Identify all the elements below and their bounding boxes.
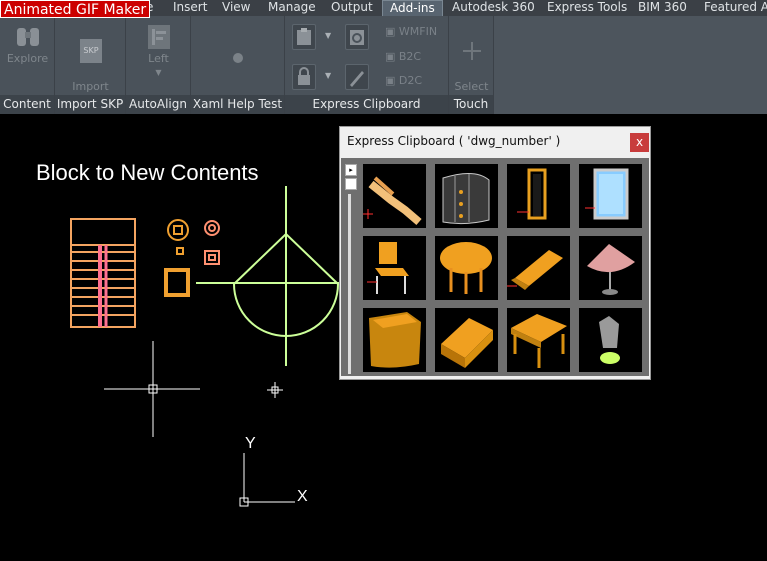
clipboard-refresh-icon bbox=[350, 30, 364, 45]
panel-xaml-help-test: Xaml Help Test bbox=[191, 16, 285, 114]
tab-output[interactable]: Output bbox=[331, 0, 373, 16]
scroll-track[interactable] bbox=[348, 194, 351, 374]
ucs-axis-icon bbox=[239, 453, 295, 507]
drawing-title-text: Block to New Contents bbox=[36, 160, 259, 185]
brush-icon bbox=[350, 71, 364, 87]
bookcase-block bbox=[70, 218, 136, 328]
green-symbol-block bbox=[196, 186, 340, 366]
lock-icon bbox=[298, 67, 310, 85]
table-lamp-icon bbox=[587, 244, 635, 295]
skp-file-icon: SKP bbox=[79, 39, 102, 63]
thumbnail-table-lamp[interactable] bbox=[579, 236, 642, 300]
thumbnail-armchair[interactable] bbox=[435, 308, 498, 372]
lock-block-button[interactable] bbox=[292, 64, 316, 90]
tab-insert[interactable]: Insert bbox=[173, 0, 207, 16]
panel-import-skp: SKP Import SKP File Import SKP bbox=[55, 16, 126, 114]
round-table-icon bbox=[440, 242, 492, 294]
thumbnail-window[interactable] bbox=[579, 164, 642, 228]
edit-block-button[interactable] bbox=[345, 64, 369, 90]
touch-select-icon bbox=[462, 42, 481, 60]
thumbnail-stairs[interactable] bbox=[363, 164, 426, 228]
panel-title-import-skp: Import SKP bbox=[55, 95, 125, 114]
paste-block-button[interactable] bbox=[345, 24, 369, 50]
binoculars-icon bbox=[16, 28, 39, 46]
door-icon bbox=[517, 168, 547, 220]
ribbon-empty-area bbox=[494, 16, 767, 114]
skp-icon-text: SKP bbox=[83, 46, 98, 55]
align-left-label: Left bbox=[148, 52, 169, 65]
clipboard-lock-icon bbox=[297, 28, 311, 45]
panel-content: Explore Content bbox=[0, 16, 55, 114]
thumbnail-plant[interactable] bbox=[579, 308, 642, 372]
palette-scrollbar[interactable]: ▸ bbox=[343, 164, 357, 374]
sofa-icon bbox=[507, 250, 563, 290]
wmfin-label: WMFIN bbox=[398, 25, 438, 38]
thumbnail-tub-chair[interactable] bbox=[363, 308, 426, 372]
ucs-y-label: Y bbox=[245, 435, 256, 452]
panel-title-autoalign: AutoAlign bbox=[126, 95, 190, 114]
panel-touch: Select Mode Touch bbox=[449, 16, 494, 114]
thumbnail-sofa[interactable] bbox=[507, 236, 570, 300]
tab-featured-apps[interactable]: Featured Ap bbox=[704, 0, 767, 16]
tab-manage[interactable]: Manage bbox=[268, 0, 316, 16]
tab-express-tools[interactable]: Express Tools bbox=[547, 0, 627, 16]
move-grip-icon bbox=[267, 382, 283, 398]
b2c-label: B2C bbox=[398, 50, 422, 63]
thumbnail-chair[interactable] bbox=[363, 236, 426, 300]
stairs-icon bbox=[363, 176, 422, 226]
explore-button[interactable]: Explore bbox=[2, 22, 53, 66]
chevron-down-icon: ▼ bbox=[155, 68, 162, 77]
coffee-table-icon bbox=[511, 314, 567, 368]
thumbnail-curved-wall[interactable] bbox=[435, 164, 498, 228]
tab-view[interactable]: View bbox=[222, 0, 250, 16]
thumbnail-round-table[interactable] bbox=[435, 236, 498, 300]
panel-title-express-clipboard: Express Clipboard bbox=[285, 95, 448, 114]
d2c-label: D2C bbox=[398, 74, 423, 87]
align-left-button[interactable]: Left ▼ bbox=[128, 22, 189, 80]
plant-icon bbox=[599, 316, 620, 364]
chevron-down-icon[interactable]: ▼ bbox=[325, 31, 331, 40]
curved-wall-icon bbox=[442, 173, 490, 225]
align-left-icon bbox=[147, 25, 170, 49]
copy-block-button[interactable] bbox=[292, 24, 316, 50]
ucs-x-label: X bbox=[297, 488, 308, 505]
animated-gif-maker-badge: Animated GIF Maker bbox=[0, 0, 151, 18]
b2c-button[interactable]: ▣ B2C bbox=[385, 50, 421, 63]
panel-title-xaml-help-test: Xaml Help Test bbox=[191, 95, 284, 114]
armchair-icon bbox=[441, 318, 493, 368]
panel-express-clipboard: ▼ ▼ ▣ WMFIN ▣ B2C ▣ D2C Express Clipboar… bbox=[285, 16, 449, 114]
tab-autodesk-360[interactable]: Autodesk 360 bbox=[452, 0, 535, 16]
thumbnail-coffee-table[interactable] bbox=[507, 308, 570, 372]
explore-label: Explore bbox=[6, 52, 49, 65]
tab-bim-360[interactable]: BIM 360 bbox=[638, 0, 687, 16]
d2c-button[interactable]: ▣ D2C bbox=[385, 74, 422, 87]
tub-chair-icon bbox=[369, 312, 421, 368]
chevron-down-icon[interactable]: ▼ bbox=[325, 71, 331, 80]
close-button[interactable]: x bbox=[630, 133, 649, 152]
wmfin-button[interactable]: ▣ WMFIN bbox=[385, 25, 437, 38]
xaml-help-button[interactable] bbox=[233, 53, 243, 63]
chair-icon bbox=[367, 242, 409, 294]
tab-add-ins[interactable]: Add-ins bbox=[382, 0, 443, 16]
panel-title-content: Content bbox=[0, 95, 54, 114]
window-icon bbox=[585, 168, 629, 220]
thumbnail-door[interactable] bbox=[507, 164, 570, 228]
scroll-up-arrow-icon[interactable]: ▸ bbox=[345, 164, 357, 176]
palette-title: Express Clipboard ( 'dwg_number' ) bbox=[347, 134, 561, 148]
view-toggle-icon[interactable] bbox=[345, 178, 357, 190]
panel-autoalign: Left ▼ AutoAlign bbox=[126, 16, 191, 114]
ribbon: Explore Content SKP Import SKP File Impo… bbox=[0, 16, 767, 114]
crosshair-cursor bbox=[104, 341, 200, 437]
panel-title-touch: Touch bbox=[449, 95, 493, 114]
